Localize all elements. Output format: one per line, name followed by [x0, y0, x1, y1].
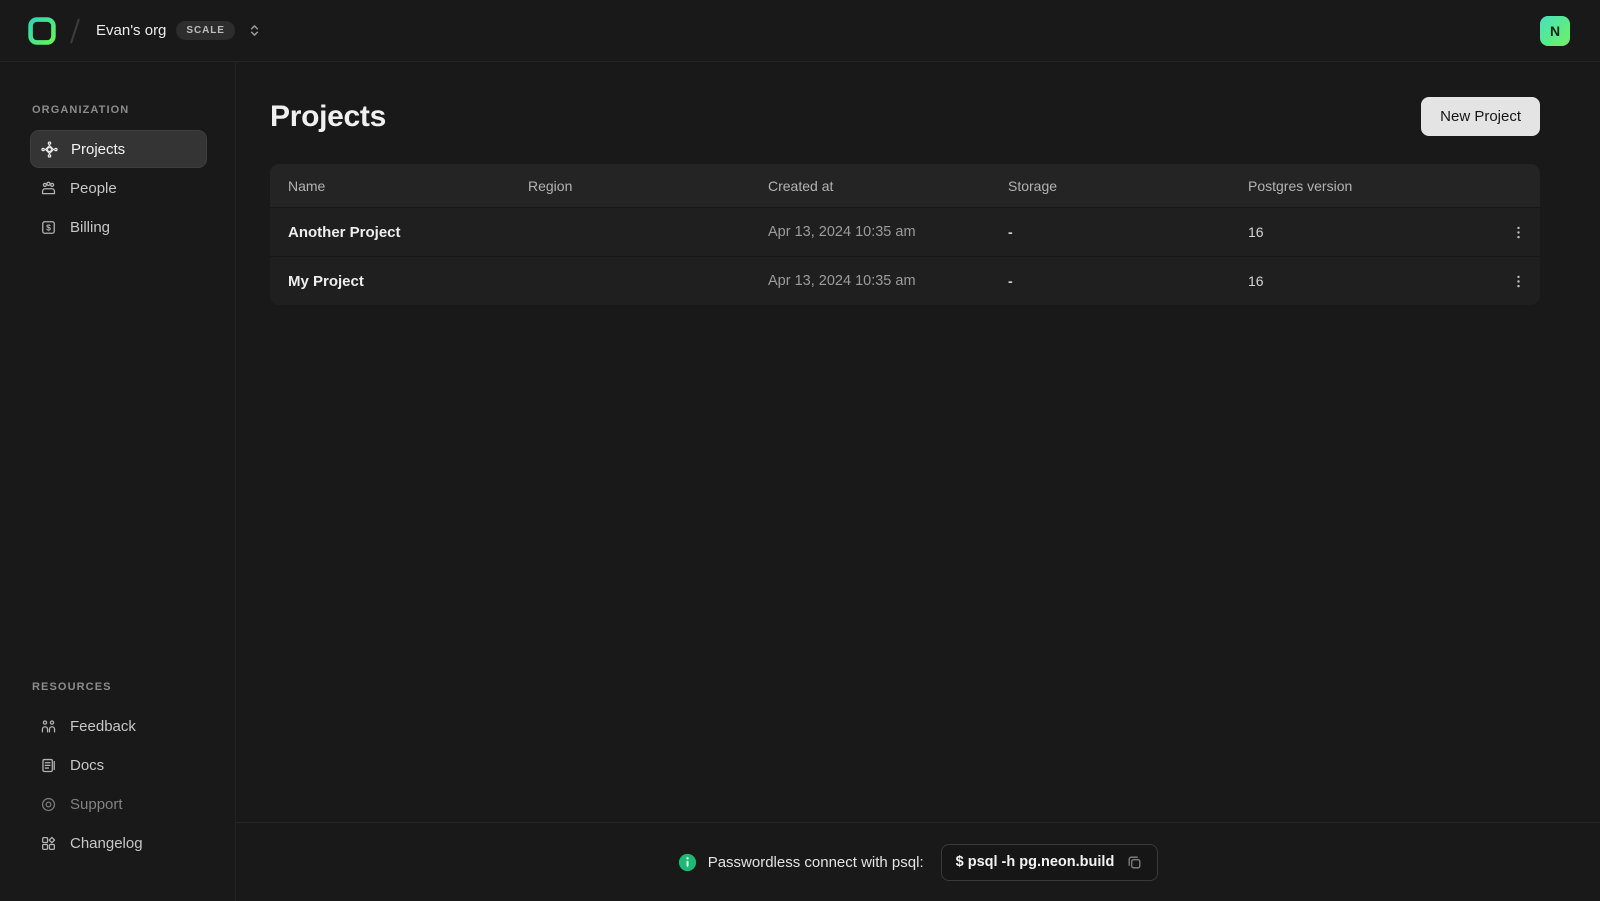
docs-icon: [40, 757, 57, 774]
column-header-name: Name: [270, 178, 510, 194]
app-window: Evan's org SCALE N ORGANIZATION: [0, 0, 1600, 901]
sidebar-item-label: Billing: [70, 219, 110, 236]
table-header-row: Name Region Created at Storage Postgres …: [270, 164, 1540, 207]
new-project-button[interactable]: New Project: [1421, 97, 1540, 136]
row-actions-kebab-icon[interactable]: [1510, 219, 1526, 245]
support-icon: [40, 796, 57, 813]
neon-logo-icon[interactable]: [26, 15, 58, 47]
page-title: Projects: [270, 100, 386, 134]
main-area: Projects New Project Name Region Created…: [236, 62, 1600, 901]
project-postgres-version: 16: [1230, 273, 1492, 289]
billing-icon: $: [40, 219, 57, 236]
project-created-at: Apr 13, 2024 10:35 am: [750, 273, 990, 289]
column-header-region: Region: [510, 178, 750, 194]
people-icon: [40, 180, 57, 197]
sidebar-item-label: People: [70, 180, 117, 197]
row-actions-kebab-icon[interactable]: [1510, 268, 1526, 294]
sidebar-item-projects[interactable]: Projects: [30, 130, 207, 168]
project-storage: -: [990, 224, 1230, 240]
column-header-postgres-version: Postgres version: [1230, 178, 1492, 194]
project-storage: -: [990, 273, 1230, 289]
project-postgres-version: 16: [1230, 224, 1492, 240]
breadcrumb-slash: [70, 18, 80, 43]
project-created-at: Apr 13, 2024 10:35 am: [750, 224, 990, 240]
sidebar-spacer: [30, 247, 207, 681]
svg-text:$: $: [46, 222, 51, 232]
plan-badge: SCALE: [176, 21, 234, 40]
column-header-created-at: Created at: [750, 178, 990, 194]
sidebar-item-label: Changelog: [70, 835, 143, 852]
sidebar-item-support[interactable]: Support: [30, 785, 207, 823]
table-row[interactable]: Another Project Apr 13, 2024 10:35 am - …: [270, 207, 1540, 256]
sidebar-section-resources: RESOURCES: [32, 681, 207, 693]
projects-icon: [41, 141, 58, 158]
projects-table: Name Region Created at Storage Postgres …: [270, 164, 1540, 305]
column-header-storage: Storage: [990, 178, 1230, 194]
user-avatar[interactable]: N: [1540, 16, 1570, 46]
sidebar-item-changelog[interactable]: Changelog: [30, 824, 207, 862]
sidebar-item-feedback[interactable]: Feedback: [30, 707, 207, 745]
table-row[interactable]: My Project Apr 13, 2024 10:35 am - 16: [270, 256, 1540, 305]
topbar: Evan's org SCALE N: [0, 0, 1600, 62]
project-name[interactable]: Another Project: [270, 224, 510, 241]
psql-connect-label: Passwordless connect with psql:: [708, 854, 924, 871]
copy-icon[interactable]: [1126, 854, 1143, 871]
sidebar-section-organization: ORGANIZATION: [32, 104, 207, 116]
sidebar-item-people[interactable]: People: [30, 169, 207, 207]
project-name[interactable]: My Project: [270, 273, 510, 290]
psql-footer-bar: Passwordless connect with psql: $ psql -…: [236, 822, 1600, 901]
sidebar: ORGANIZATION Projects: [0, 62, 236, 901]
feedback-icon: [40, 718, 57, 735]
changelog-icon: [40, 835, 57, 852]
sidebar-item-docs[interactable]: Docs: [30, 746, 207, 784]
psql-command-text: $ psql -h pg.neon.build: [956, 854, 1115, 870]
sidebar-item-label: Support: [70, 796, 123, 813]
psql-command-box[interactable]: $ psql -h pg.neon.build: [941, 844, 1159, 881]
sidebar-item-label: Feedback: [70, 718, 136, 735]
sidebar-item-label: Projects: [71, 141, 125, 158]
sidebar-item-label: Docs: [70, 757, 104, 774]
org-name[interactable]: Evan's org: [96, 22, 166, 39]
sidebar-item-billing[interactable]: $ Billing: [30, 208, 207, 246]
info-icon: [678, 853, 697, 872]
org-switcher-icon[interactable]: [245, 21, 264, 40]
